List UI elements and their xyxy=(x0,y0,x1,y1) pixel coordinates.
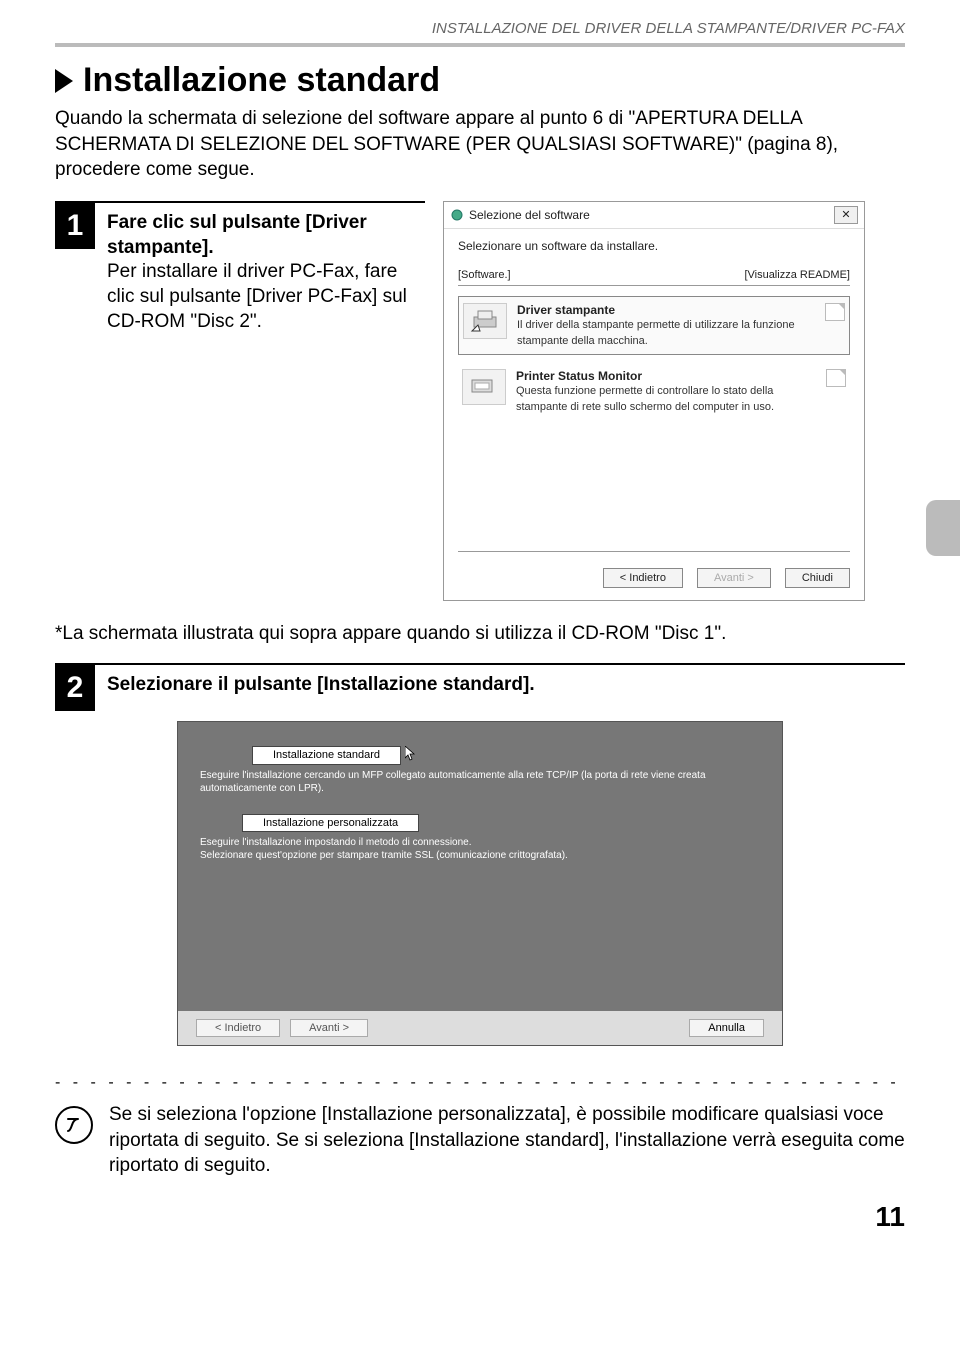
custom-install-desc-2: Selezionare quest'opzione per stampare t… xyxy=(200,850,568,861)
step-1-number: 1 xyxy=(55,203,95,249)
intro-paragraph: Quando la schermata di selezione del sof… xyxy=(55,106,905,183)
step-1-title: Fare clic sul pulsante [Driver stampante… xyxy=(107,212,367,258)
custom-install-desc-1: Eseguire l'installazione impostando il m… xyxy=(200,837,472,848)
software-selection-dialog: Selezione del software ✕ Selezionare un … xyxy=(443,201,865,601)
step-1-desc: Per installare il driver PC-Fax, fare cl… xyxy=(107,261,407,331)
software-item-title: Driver stampante xyxy=(517,303,815,317)
next-button[interactable]: Avanti > xyxy=(290,1019,368,1037)
page-icon[interactable] xyxy=(825,303,845,321)
printer-icon xyxy=(463,303,507,339)
page-number: 11 xyxy=(55,1201,905,1233)
close-button[interactable]: Chiudi xyxy=(785,568,850,588)
dialog-icon xyxy=(450,208,464,222)
back-button[interactable]: < Indietro xyxy=(196,1019,280,1037)
software-item-title: Printer Status Monitor xyxy=(516,369,816,383)
standard-install-desc: Eseguire l'installazione cercando un MFP… xyxy=(200,769,760,796)
step-2-number: 2 xyxy=(55,665,95,711)
page-title: Installazione standard xyxy=(55,61,905,100)
standard-install-button[interactable]: Installazione standard xyxy=(252,746,401,765)
cursor-icon xyxy=(405,746,417,765)
step-2-title: Selezionare il pulsante [Installazione s… xyxy=(107,674,535,695)
custom-install-desc: Eseguire l'installazione impostando il m… xyxy=(200,836,760,863)
section-header: INSTALLAZIONE DEL DRIVER DELLA STAMPANTE… xyxy=(55,20,905,37)
step-1: 1 Fare clic sul pulsante [Driver stampan… xyxy=(55,201,425,334)
software-item-desc: Questa funzione permette di controllare … xyxy=(516,385,774,413)
footnote-text: Se si seleziona l'opzione [Installazione… xyxy=(109,1102,905,1179)
software-item-monitor[interactable]: Printer Status Monitor Questa funzione p… xyxy=(458,363,850,421)
software-item-desc: Il driver della stampante permette di ut… xyxy=(517,319,795,347)
back-button[interactable]: < Indietro xyxy=(603,568,683,588)
dialog-separator xyxy=(458,285,850,286)
triangle-icon xyxy=(55,69,73,93)
heading-text: Installazione standard xyxy=(83,61,440,100)
side-tab xyxy=(926,500,960,556)
software-list-label: [Software.] xyxy=(458,269,511,281)
step-2: 2 Selezionare il pulsante [Installazione… xyxy=(55,663,905,711)
software-item-driver[interactable]: Driver stampante Il driver della stampan… xyxy=(458,296,850,356)
dialog-intro: Selezionare un software da installare. xyxy=(458,239,850,253)
cancel-button[interactable]: Annulla xyxy=(689,1019,764,1037)
custom-install-button[interactable]: Installazione personalizzata xyxy=(242,814,419,832)
note-icon xyxy=(55,1106,93,1144)
dialog-separator-bottom xyxy=(458,551,850,552)
header-rule xyxy=(55,43,905,47)
note-disc1: *La schermata illustrata qui sopra appar… xyxy=(55,623,905,645)
dashed-separator: - - - - - - - - - - - - - - - - - - - - … xyxy=(55,1074,905,1092)
monitor-icon xyxy=(462,369,506,405)
close-icon[interactable]: ✕ xyxy=(834,206,858,224)
next-button[interactable]: Avanti > xyxy=(697,568,771,588)
install-type-dialog: Installazione standard Eseguire l'instal… xyxy=(177,721,783,1046)
page-icon[interactable] xyxy=(826,369,846,387)
view-readme-link[interactable]: [Visualizza README] xyxy=(744,269,850,281)
dialog-title-text: Selezione del software xyxy=(469,208,590,222)
